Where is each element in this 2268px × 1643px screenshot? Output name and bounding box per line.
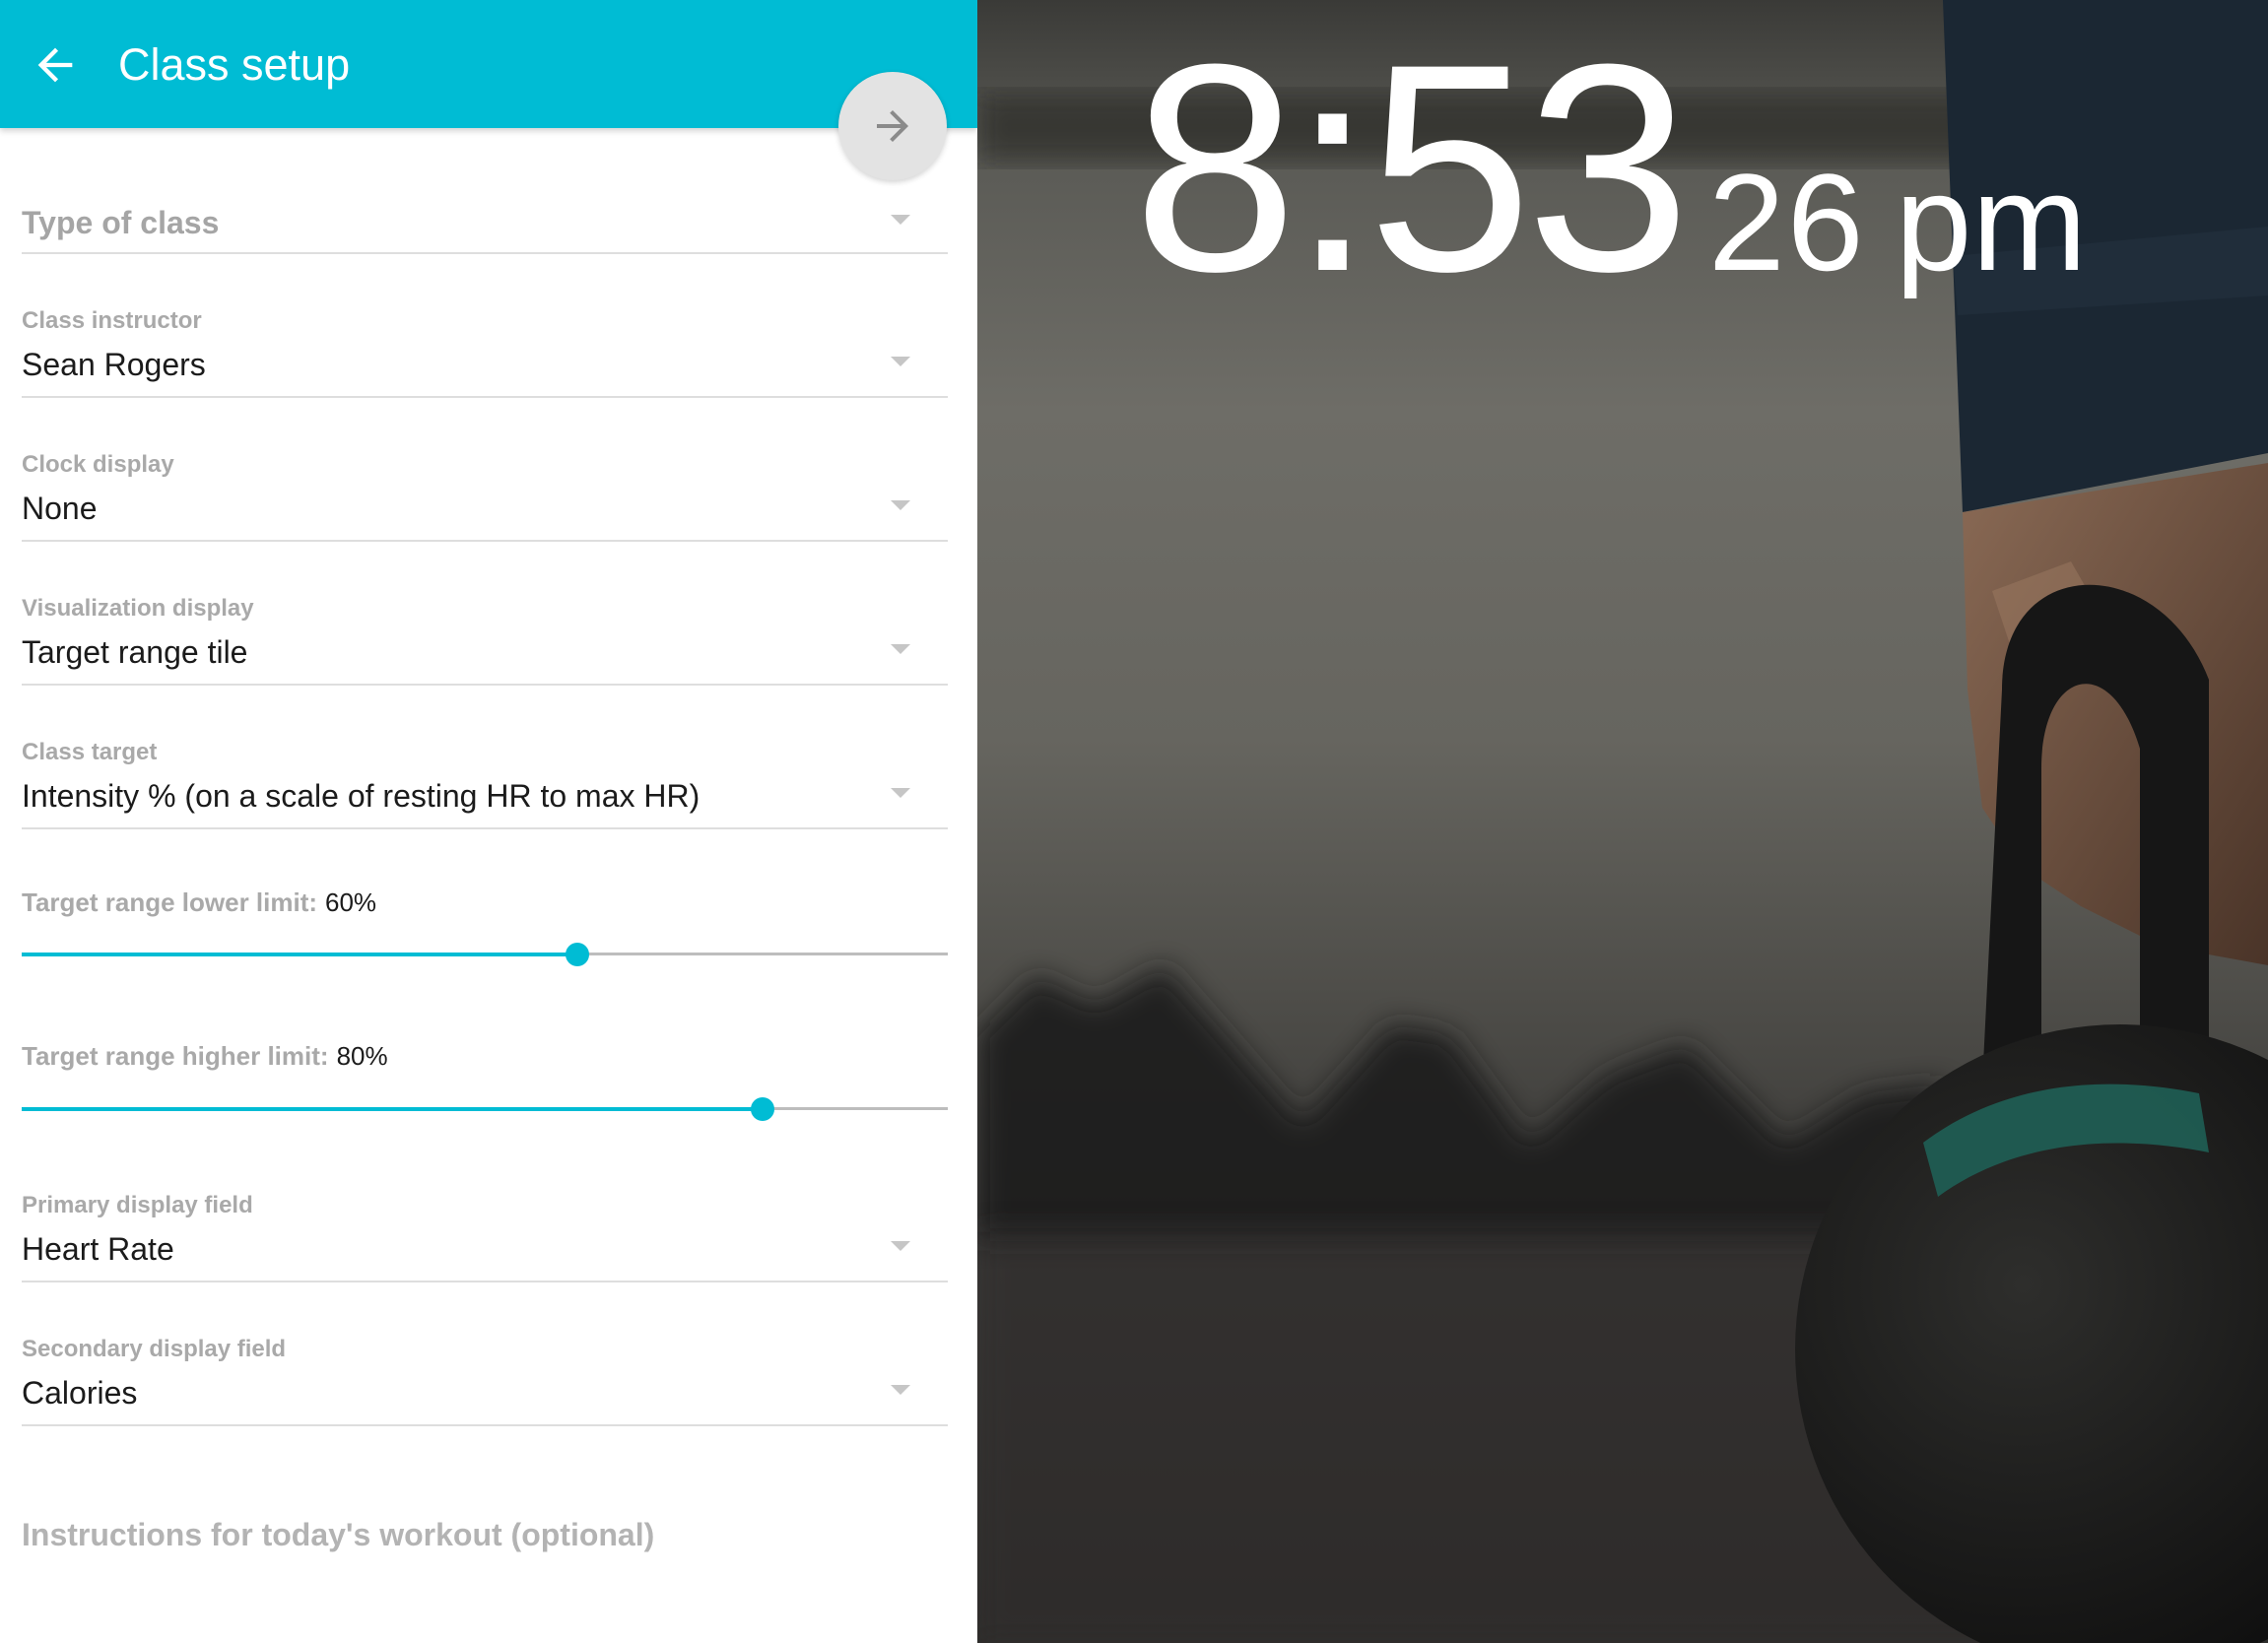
- clock: 8:53 26 pm: [1133, 20, 2087, 315]
- back-arrow-icon[interactable]: [30, 39, 81, 91]
- primary-display-select[interactable]: Primary display field Heart Rate: [22, 1190, 948, 1282]
- clock-display-label: Clock display: [22, 451, 174, 478]
- visualization-display-select[interactable]: Visualization display Target range tile: [22, 593, 948, 686]
- clock-ampm: pm: [1895, 145, 2088, 299]
- app-bar: Class setup: [0, 0, 977, 128]
- chevron-down-icon: [891, 644, 910, 654]
- background-photo: 8:53 26 pm: [977, 0, 2268, 1643]
- visualization-display-label: Visualization display: [22, 595, 254, 622]
- chevron-down-icon: [891, 788, 910, 798]
- lower-limit-slider[interactable]: [22, 943, 948, 966]
- higher-limit-value: 80%: [336, 1041, 388, 1071]
- secondary-display-value: Calories: [22, 1375, 138, 1411]
- class-target-value: Intensity % (on a scale of resting HR to…: [22, 778, 700, 814]
- class-instructor-label: Class instructor: [22, 307, 202, 334]
- primary-display-label: Primary display field: [22, 1192, 253, 1218]
- type-of-class-select[interactable]: Type of class: [22, 197, 948, 254]
- slider-thumb[interactable]: [566, 943, 589, 966]
- visualization-display-value: Target range tile: [22, 634, 248, 670]
- chevron-down-icon: [891, 357, 910, 366]
- type-of-class-placeholder: Type of class: [22, 205, 220, 240]
- primary-display-value: Heart Rate: [22, 1231, 174, 1267]
- class-instructor-value: Sean Rogers: [22, 347, 206, 382]
- chevron-down-icon: [891, 1385, 910, 1395]
- page-title: Class setup: [118, 39, 351, 90]
- clock-display-select[interactable]: Clock display None: [22, 449, 948, 542]
- lower-limit-label: Target range lower limit: 60%: [22, 887, 376, 918]
- higher-limit-text: Target range higher limit:: [22, 1041, 329, 1071]
- class-target-label: Class target: [22, 739, 158, 765]
- class-target-select[interactable]: Class target Intensity % (on a scale of …: [22, 737, 948, 829]
- higher-limit-label: Target range higher limit: 80%: [22, 1040, 388, 1072]
- slider-thumb[interactable]: [751, 1097, 774, 1121]
- slider-fill: [22, 1107, 763, 1111]
- clock-hours-minutes: 8:53: [1133, 2, 1691, 333]
- lower-limit-value: 60%: [325, 887, 377, 917]
- secondary-display-label: Secondary display field: [22, 1336, 287, 1362]
- clock-display-value: None: [22, 491, 98, 526]
- class-instructor-select[interactable]: Class instructor Sean Rogers: [22, 305, 948, 398]
- chevron-down-icon: [891, 215, 910, 225]
- chevron-down-icon: [891, 500, 910, 510]
- higher-limit-slider[interactable]: [22, 1097, 948, 1121]
- clock-seconds: 26: [1707, 145, 1866, 299]
- class-setup-panel: Class setup Type of class Class instruct…: [0, 0, 977, 1643]
- slider-fill: [22, 953, 577, 956]
- secondary-display-select[interactable]: Secondary display field Calories: [22, 1334, 948, 1426]
- instructions-input[interactable]: Instructions for today's workout (option…: [22, 1517, 654, 1553]
- chevron-down-icon: [891, 1241, 910, 1251]
- lower-limit-text: Target range lower limit:: [22, 887, 318, 917]
- next-button[interactable]: [838, 72, 947, 180]
- arrow-right-icon: [877, 110, 908, 142]
